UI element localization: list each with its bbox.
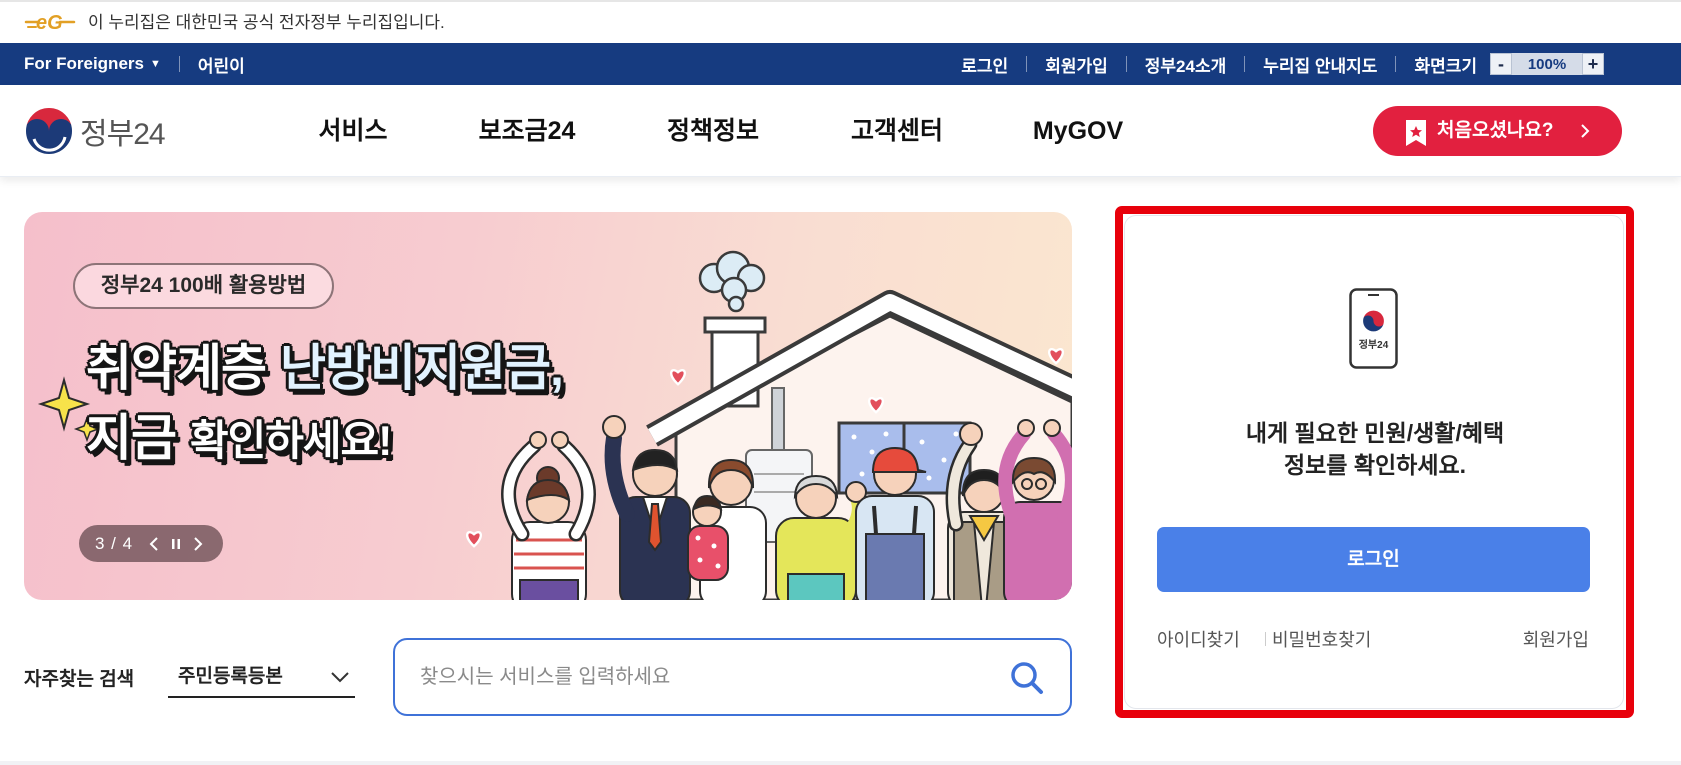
for-foreigners-dropdown[interactable]: For Foreigners ▼	[24, 54, 161, 74]
prev-slide-button[interactable]	[143, 533, 165, 555]
section-divider	[0, 761, 1681, 765]
chevron-down-icon	[331, 672, 349, 683]
nav-mygov[interactable]: MyGOV	[1033, 111, 1123, 151]
gov24-logo-link[interactable]: 정부24	[24, 106, 166, 156]
signup-link[interactable]: 회원가입	[1045, 52, 1108, 77]
sitemap-link[interactable]: 누리집 안내지도	[1263, 52, 1377, 77]
headline-word: 취약계층	[86, 340, 267, 396]
phone-icon: 정부24	[1349, 288, 1398, 369]
next-slide-button[interactable]	[187, 533, 209, 555]
hero-headline-line2: 지금 확인하세요!	[86, 408, 392, 471]
zoom-control: - 100% +	[1490, 53, 1604, 75]
gov-notice-banner: eG 이 누리집은 대한민국 공식 전자정부 누리집입니다.	[0, 0, 1681, 43]
hero-tag: 정부24 100배 활용방법	[73, 263, 334, 309]
find-id-link[interactable]: 아이디찾기	[1157, 626, 1240, 652]
slide-counter: 3 / 4	[95, 533, 134, 553]
hero-headline-line1: 취약계층 난방비지원금,	[86, 338, 564, 398]
login-panel: 정부24 내게 필요한 민원/생활/혜택 정보를 확인하세요. 로그인 아이디찾…	[1124, 215, 1624, 709]
nav-policy-info[interactable]: 정책정보	[667, 111, 759, 151]
zoom-level: 100%	[1527, 55, 1567, 73]
pause-icon	[172, 538, 181, 549]
search-box	[393, 638, 1072, 716]
zoom-out-button[interactable]: -	[1490, 53, 1512, 75]
kids-link[interactable]: 어린이	[198, 52, 245, 77]
headline-word: 지금	[86, 410, 177, 466]
login-button[interactable]: 로그인	[1157, 527, 1590, 592]
illustration-person	[501, 431, 596, 600]
about-gov24-link[interactable]: 정부24소개	[1145, 52, 1226, 77]
separator	[1265, 632, 1266, 646]
signup-link[interactable]: 회원가입	[1523, 626, 1589, 652]
for-foreigners-label: For Foreigners	[24, 54, 144, 73]
nav-customer-center[interactable]: 고객센터	[851, 111, 943, 151]
separator	[1244, 56, 1246, 72]
utility-right-group: 로그인 회원가입 정부24소개 누리집 안내지도 화면크기 - 100% +	[961, 43, 1604, 85]
chevron-right-icon	[194, 536, 203, 551]
search-icon[interactable]	[1009, 660, 1045, 696]
find-password-link[interactable]: 비밀번호찾기	[1272, 626, 1371, 652]
nav-services[interactable]: 서비스	[318, 111, 387, 151]
login-link[interactable]: 로그인	[961, 52, 1008, 77]
egov-logo: eG	[24, 12, 76, 34]
zoom-in-button[interactable]: +	[1582, 53, 1604, 75]
separator	[1125, 56, 1127, 72]
site-header: 정부24 서비스 보조금24 정책정보 고객센터 MyGOV 처음오셨나요?	[0, 85, 1681, 177]
login-message-line1: 내게 필요한 민원/생활/혜택	[1245, 420, 1505, 446]
gov-notice-text: 이 누리집은 대한민국 공식 전자정부 누리집입니다.	[88, 13, 445, 32]
first-visit-button[interactable]: 처음오셨나요?	[1373, 106, 1622, 156]
separator	[1026, 56, 1028, 72]
utility-left-group: For Foreigners ▼ 어린이	[24, 43, 245, 85]
chevron-right-icon	[1581, 124, 1590, 138]
bookmark-icon	[1406, 120, 1426, 146]
hero-banner-slide[interactable]: 정부24 100배 활용방법 취약계층 난방비지원금, 지금 확인하세요! 3 / …	[24, 212, 1072, 600]
headline-word: 확인하세요!	[190, 417, 392, 464]
frequent-search-value: 주민등록등본	[178, 666, 283, 687]
frequent-search-dropdown[interactable]: 주민등록등본	[168, 658, 355, 698]
utility-bar: For Foreigners ▼ 어린이 로그인 회원가입 정부24소개 누리집 …	[0, 43, 1681, 85]
svg-text:정부24: 정부24	[1359, 338, 1389, 351]
frequent-search-label: 자주찾는 검색	[24, 669, 135, 690]
headline-word: 난방비지원금,	[280, 340, 564, 396]
separator	[1395, 56, 1397, 72]
logo-text: 정부24	[80, 118, 166, 151]
taegeuk-logo-icon	[24, 106, 74, 156]
slide-pager: 3 / 4	[79, 525, 223, 562]
login-message-line2: 정보를 확인하세요.	[1283, 452, 1467, 478]
pause-slide-button[interactable]	[165, 533, 187, 555]
smoke-cloud	[698, 250, 766, 313]
nav-subsidy24[interactable]: 보조금24	[479, 111, 576, 151]
separator	[178, 56, 180, 72]
svg-text:eG: eG	[36, 12, 63, 34]
chevron-left-icon	[149, 536, 158, 551]
search-input[interactable]	[420, 640, 1000, 714]
zoom-label: 화면크기	[1414, 56, 1477, 76]
first-visit-label: 처음오셨나요?	[1437, 120, 1554, 141]
chevron-down-icon: ▼	[149, 58, 161, 70]
